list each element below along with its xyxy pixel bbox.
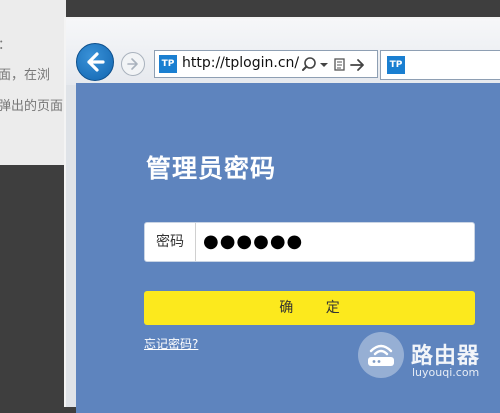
page-title: 管理员密码 [146,154,277,183]
watermark-domain: luyouqi.com [412,366,480,379]
tab-favicon: TP [387,56,405,74]
watermark-logo [358,332,404,378]
chevron-down-icon[interactable] [319,55,329,79]
site-favicon: TP [159,55,177,73]
url-text[interactable]: http://tplogin.cn/ [182,55,299,71]
compatibility-view-icon[interactable] [333,55,347,79]
go-arrow-icon[interactable] [349,55,365,79]
password-field[interactable]: 密码 ●●●●●● [144,222,475,262]
password-label: 密码 [145,223,196,261]
arrow-left-icon [87,52,105,72]
doc-line: 弹出的页面 [0,99,64,114]
search-icon[interactable] [301,55,317,79]
router-icon [368,344,394,366]
password-input[interactable]: ●●●●●● [203,223,303,261]
browser-tab[interactable]: TP [380,50,500,80]
forward-button[interactable] [121,52,145,76]
browser-toolbar: TP http://tplogin.cn/ TP [66,19,500,85]
doc-line: ： [0,34,11,53]
arrow-right-icon [127,58,138,70]
confirm-button[interactable]: 确 定 [144,291,475,325]
address-bar[interactable]: TP http://tplogin.cn/ [154,50,378,78]
doc-line: 面，在浏 [0,68,51,83]
background-document: ： 面，在浏 弹出的页面 [0,0,66,165]
back-button[interactable] [76,43,114,81]
forgot-password-link[interactable]: 忘记密码? [144,335,198,352]
